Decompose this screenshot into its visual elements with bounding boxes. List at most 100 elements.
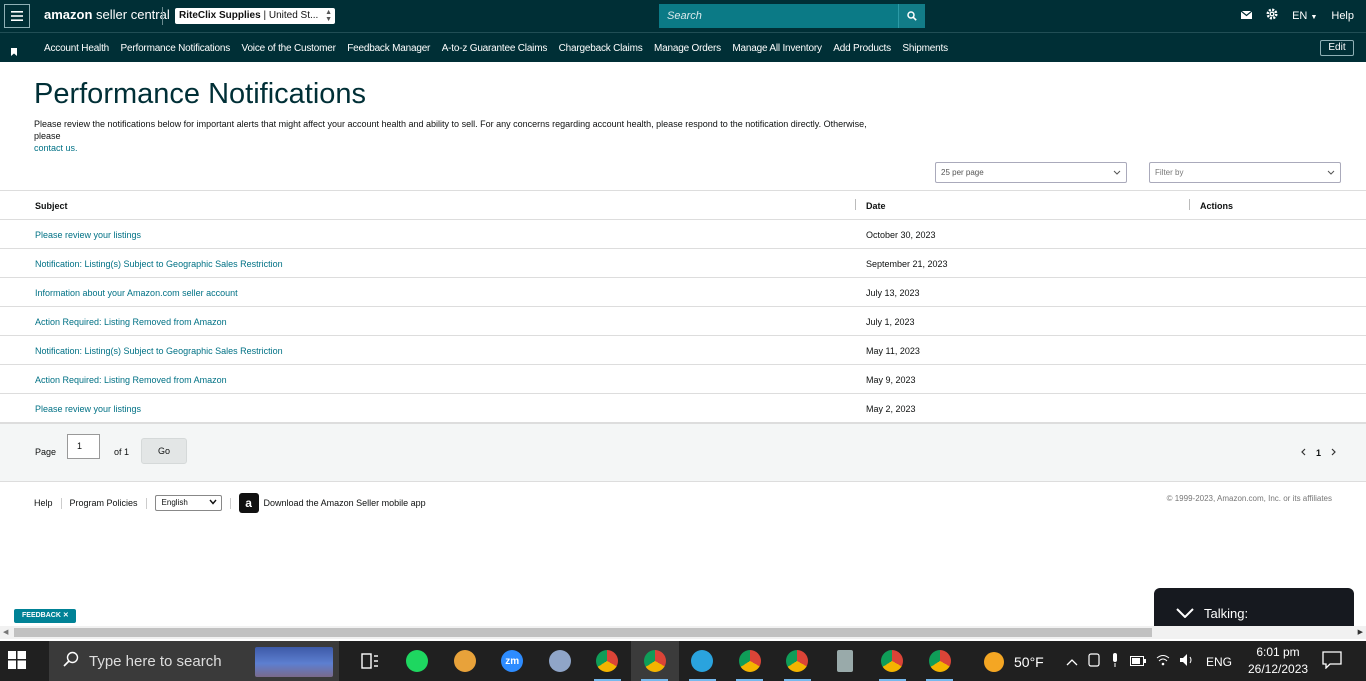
column-subject: Subject	[35, 201, 68, 211]
language-selector[interactable]: EN ▼	[1292, 10, 1317, 22]
volume-icon[interactable]	[1180, 654, 1196, 669]
subject-link[interactable]: Information about your Amazon.com seller…	[35, 288, 238, 298]
scroll-left-icon[interactable]: ◀	[3, 628, 8, 636]
row-date: May 2, 2023	[866, 404, 916, 414]
subject-link[interactable]: Please review your listings	[35, 404, 141, 414]
download-app-link[interactable]: Download the Amazon Seller mobile app	[264, 498, 426, 508]
task-view-icon[interactable]	[346, 641, 394, 681]
language-indicator[interactable]: ENG	[1206, 655, 1232, 669]
chrome-m-icon[interactable]	[726, 641, 774, 681]
windows-start-icon[interactable]	[8, 651, 26, 674]
amazon-app-icon[interactable]: a	[238, 493, 259, 513]
footer-language-select[interactable]: English	[154, 495, 222, 511]
weather-widget[interactable]: 50°F	[984, 652, 1044, 672]
program-policies-link[interactable]: Program Policies	[70, 498, 138, 508]
nav-manage-inventory[interactable]: Manage All Inventory	[732, 43, 822, 54]
help-link[interactable]: Help	[1331, 10, 1354, 22]
spotify-icon[interactable]	[394, 641, 442, 681]
scroll-right-icon[interactable]: ▶	[1358, 628, 1363, 636]
current-page[interactable]: 1	[1316, 448, 1321, 458]
footer-help-link[interactable]: Help	[34, 498, 53, 508]
store-selector[interactable]: RiteClix Supplies | United St... ▲ ▼	[175, 8, 335, 24]
table-row: Action Required: Listing Removed from Am…	[0, 365, 1366, 394]
per-page-select[interactable]: 25 per page	[935, 162, 1127, 183]
row-date: May 11, 2023	[866, 346, 920, 356]
feedback-button[interactable]: FEEDBACK ✕	[14, 609, 76, 623]
up-down-icon: ▲ ▼	[325, 9, 332, 23]
zoom-icon[interactable]: zm	[489, 641, 537, 681]
search-input[interactable]: Search	[659, 4, 899, 28]
page-number-input[interactable]: 1	[67, 434, 100, 459]
subject-link[interactable]: Action Required: Listing Removed from Am…	[35, 375, 227, 385]
battery-icon[interactable]	[1130, 655, 1146, 669]
table-row: Action Required: Listing Removed from Am…	[0, 307, 1366, 336]
next-page-icon[interactable]	[1331, 448, 1336, 458]
nav-shipments[interactable]: Shipments	[902, 43, 948, 54]
pagination-bar: Page 1 of 1 Go 1	[0, 423, 1366, 482]
nav-performance-notifications[interactable]: Performance Notifications	[121, 43, 231, 54]
column-actions: Actions	[1200, 201, 1234, 211]
system-tray: ENG	[1066, 653, 1232, 670]
page-count: of 1	[114, 447, 130, 457]
edit-nav-button[interactable]: Edit	[1320, 40, 1354, 56]
taskbar-search-input[interactable]: Type here to search	[49, 641, 339, 681]
mail-icon[interactable]	[1240, 10, 1253, 22]
talking-label: Talking:	[1204, 605, 1249, 621]
microphone-icon[interactable]	[1110, 653, 1120, 670]
row-date: July 13, 2023	[866, 288, 920, 298]
scroll-thumb[interactable]	[14, 628, 1152, 637]
go-button[interactable]: Go	[141, 438, 187, 464]
nav-atoz-claims[interactable]: A-to-z Guarantee Claims	[442, 43, 548, 54]
camera-icon[interactable]	[1088, 653, 1100, 670]
chevron-down-icon[interactable]	[1176, 606, 1194, 621]
copyright: © 1999-2023, Amazon.com, Inc. or its aff…	[1166, 494, 1332, 503]
notification-icon[interactable]	[1322, 651, 1342, 674]
telegram-icon[interactable]	[679, 641, 727, 681]
search-button[interactable]	[898, 4, 925, 28]
contact-us-link[interactable]: contact us.	[34, 143, 78, 153]
row-date: September 21, 2023	[866, 259, 948, 269]
chrome-l-icon[interactable]	[631, 641, 679, 681]
nav-bar: Account Health Performance Notifications…	[0, 32, 1366, 62]
satellite-icon[interactable]	[536, 641, 584, 681]
table-row: Please review your listings October 30, 2…	[0, 220, 1366, 249]
subject-link[interactable]: Action Required: Listing Removed from Am…	[35, 317, 227, 327]
chevron-up-icon[interactable]	[1066, 655, 1078, 669]
app-icon[interactable]	[441, 641, 489, 681]
filter-select[interactable]: Filter by	[1149, 162, 1341, 183]
top-bar: amazon seller central RiteClix Supplies …	[0, 0, 1366, 32]
subject-link[interactable]: Notification: Listing(s) Subject to Geog…	[35, 346, 283, 356]
seller-central-logo[interactable]: amazon seller central	[44, 7, 170, 22]
table-row: Please review your listings May 2, 2023	[0, 394, 1366, 423]
footer: Help Program Policies English a Download…	[34, 493, 426, 513]
divider	[162, 7, 163, 25]
subject-link[interactable]: Please review your listings	[35, 230, 141, 240]
nav-add-products[interactable]: Add Products	[833, 43, 891, 54]
chrome-s-icon[interactable]	[869, 641, 917, 681]
row-date: July 1, 2023	[866, 317, 915, 327]
nav-feedback-manager[interactable]: Feedback Manager	[347, 43, 430, 54]
wifi-icon[interactable]	[1156, 654, 1170, 669]
prev-page-icon[interactable]	[1301, 448, 1306, 458]
nav-manage-orders[interactable]: Manage Orders	[654, 43, 721, 54]
chevron-down-icon	[1113, 168, 1121, 177]
calculator-icon[interactable]	[821, 641, 869, 681]
horizontal-scrollbar[interactable]: ◀ ▶	[0, 626, 1366, 639]
chrome-m2-icon[interactable]	[774, 641, 822, 681]
hamburger-menu-icon[interactable]	[4, 4, 30, 28]
system-clock[interactable]: 6:01 pm 26/12/2023	[1248, 644, 1308, 678]
table-header: Subject Date Actions	[0, 191, 1366, 220]
nav-voice-of-customer[interactable]: Voice of the Customer	[242, 43, 336, 54]
subject-link[interactable]: Notification: Listing(s) Subject to Geog…	[35, 259, 283, 269]
gear-icon[interactable]	[1266, 8, 1278, 23]
nav-chargeback-claims[interactable]: Chargeback Claims	[559, 43, 643, 54]
nav-account-health[interactable]: Account Health	[44, 43, 109, 54]
row-date: October 30, 2023	[866, 230, 936, 240]
windows-taskbar: Type here to search zm 50°F ENG 6:01 pm 2…	[0, 641, 1366, 681]
chrome-icon[interactable]	[584, 641, 632, 681]
chrome-r-icon[interactable]	[916, 641, 964, 681]
page-title: Performance Notifications	[34, 78, 367, 110]
search-highlight-image	[255, 647, 333, 677]
table-row: Information about your Amazon.com seller…	[0, 278, 1366, 307]
bookmark-icon[interactable]	[11, 43, 17, 61]
